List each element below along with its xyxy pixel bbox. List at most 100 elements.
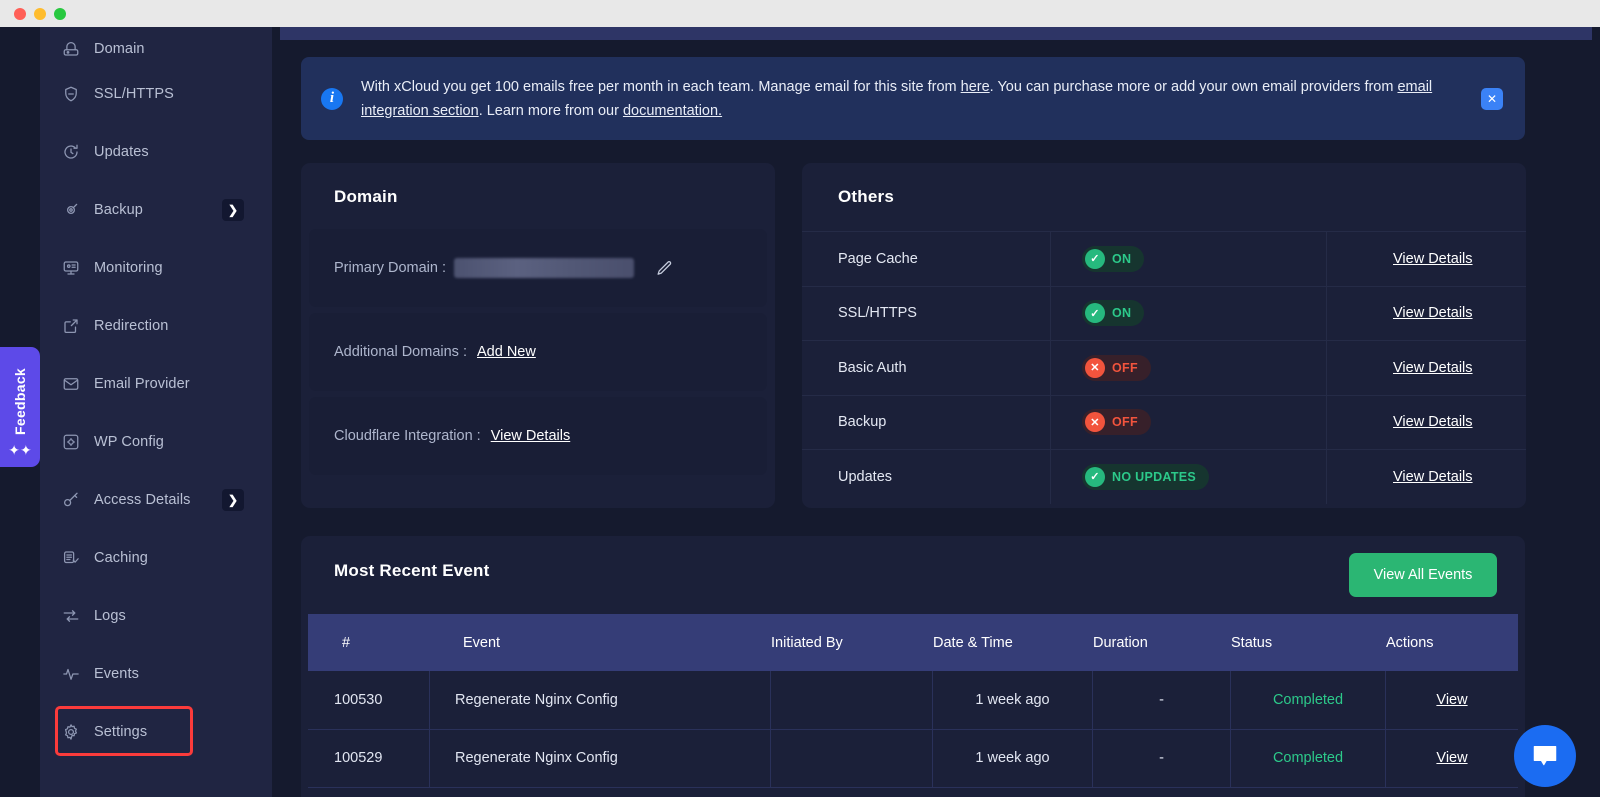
sidebar-item-label: Logs <box>94 608 126 624</box>
sidebar-item-label: Settings <box>94 724 147 740</box>
event-initiated-by-cell <box>771 671 933 730</box>
domain-icon <box>62 40 80 58</box>
sidebar-item-redirection[interactable]: Redirection <box>40 304 272 348</box>
sidebar-item-settings[interactable]: Settings <box>40 710 272 754</box>
pencil-icon[interactable] <box>656 260 673 277</box>
sidebar-item-label: Updates <box>94 144 149 160</box>
sidebar-item-backup[interactable]: Backup ❯ <box>40 188 272 232</box>
banner-link-1[interactable]: here <box>961 79 990 95</box>
sidebar-item-access-details[interactable]: Access Details❯ <box>40 478 272 522</box>
sidebar-item-logs[interactable]: Logs <box>40 594 272 638</box>
banner-text: With xCloud you get 100 emails free per … <box>361 75 1481 123</box>
cross-icon: ✕ <box>1085 412 1105 432</box>
sidebar-item-domain[interactable]: Domain <box>40 27 272 71</box>
sidebar-item-events[interactable]: Events <box>40 652 272 696</box>
check-icon: ✓ <box>1085 467 1105 487</box>
events-column-header: Status <box>1231 635 1386 651</box>
cloudflare-integration-label: Cloudflare Integration : <box>334 428 481 444</box>
event-id-cell: 100530 <box>308 671 430 730</box>
event-view-link[interactable]: View <box>1436 692 1467 708</box>
backup-icon <box>62 201 80 219</box>
status-badge-label: ON <box>1112 306 1131 320</box>
events-column-header: Date & Time <box>933 635 1093 651</box>
sidebar-item-label: Monitoring <box>94 260 163 276</box>
banner-close-button[interactable]: ✕ <box>1481 88 1503 110</box>
sidebar-item-label: Redirection <box>94 318 168 334</box>
caching-icon <box>62 549 80 567</box>
recent-events-card: Most Recent Event View All Events #Event… <box>301 536 1525 797</box>
others-status-cell: ✓ON <box>1050 232 1327 287</box>
event-datetime-cell: 1 week ago <box>933 671 1093 730</box>
event-duration: - <box>1159 692 1164 708</box>
events-column-header: Initiated By <box>771 635 933 651</box>
event-id: 100530 <box>334 692 382 708</box>
event-id-cell: 100529 <box>308 729 430 788</box>
primary-domain-value <box>454 258 634 278</box>
external-link-icon <box>62 317 80 335</box>
chevron-right-icon[interactable]: ❯ <box>222 199 244 221</box>
chat-bubble-icon[interactable] <box>1514 725 1576 787</box>
additional-domains-row: Additional Domains : Add New <box>309 313 767 391</box>
event-duration-cell: - <box>1093 671 1231 730</box>
sidebar-item-ssl-https[interactable]: SSL/HTTPS <box>40 72 272 116</box>
view-all-events-button[interactable]: View All Events <box>1349 553 1497 597</box>
primary-domain-row: Primary Domain : <box>309 229 767 307</box>
feedback-tab[interactable]: ✦✦ Feedback <box>0 347 40 467</box>
others-action-cell: View Details <box>1327 251 1526 267</box>
view-details-link[interactable]: View Details <box>1393 305 1473 321</box>
sidebar-item-email-provider[interactable]: Email Provider <box>40 362 272 406</box>
sidebar-item-caching[interactable]: Caching <box>40 536 272 580</box>
view-details-link[interactable]: View Details <box>1393 360 1473 376</box>
info-icon: i <box>321 88 343 110</box>
event-view-link-cell: View <box>1386 671 1518 730</box>
window-minimize-button[interactable] <box>34 8 46 20</box>
activity-icon <box>62 665 80 683</box>
view-details-link[interactable]: View Details <box>1393 414 1473 430</box>
status-badge-label: NO UPDATES <box>1112 470 1196 484</box>
sidebar-item-wp-config[interactable]: WP Config <box>40 420 272 464</box>
shield-icon <box>62 85 80 103</box>
event-duration: - <box>1159 750 1164 766</box>
event-name-cell: Regenerate Nginx Config <box>430 729 771 788</box>
event-status: Completed <box>1273 692 1343 708</box>
domain-card: Domain Primary Domain : Additional Domai… <box>301 163 775 508</box>
key-icon <box>62 491 80 509</box>
logs-icon <box>62 607 80 625</box>
window-maximize-button[interactable] <box>54 8 66 20</box>
others-feature-name: Updates <box>802 469 1050 485</box>
sidebar-item-updates[interactable]: Updates <box>40 130 272 174</box>
add-new-link[interactable]: Add New <box>477 344 536 360</box>
others-feature-name: Basic Auth <box>802 360 1050 376</box>
feedback-label: Feedback <box>12 368 28 435</box>
event-duration-cell: - <box>1093 729 1231 788</box>
events-table: #EventInitiated ByDate & TimeDurationSta… <box>308 614 1518 788</box>
sidebar-item-label: Domain <box>94 41 145 57</box>
status-badge: ✓ON <box>1082 246 1144 272</box>
banner-link-5[interactable]: documentation. <box>623 103 722 119</box>
events-table-body: 100530 Regenerate Nginx Config 1 week ago -… <box>308 671 1518 788</box>
others-row: Page Cache ✓ON View Details <box>802 231 1526 286</box>
others-row: SSL/HTTPS✓ONView Details <box>802 286 1526 341</box>
cloudflare-view-details-link[interactable]: View Details <box>491 428 571 444</box>
recent-events-title: Most Recent Event <box>334 561 490 581</box>
others-feature-name: Backup <box>802 414 1050 430</box>
others-status-cell: ✕OFF <box>1050 341 1327 396</box>
view-details-link[interactable]: View Details <box>1393 469 1473 485</box>
sidebar-item-label: Backup <box>94 202 143 218</box>
sidebar-item-monitoring[interactable]: Monitoring <box>40 246 272 290</box>
event-view-link[interactable]: View <box>1436 750 1467 766</box>
view-details-link[interactable]: View Details <box>1393 251 1473 267</box>
status-badge: ✓ON <box>1082 300 1144 326</box>
event-status-cell: Completed <box>1231 729 1386 788</box>
others-feature-name: Page Cache <box>802 251 1050 267</box>
banner-link-3[interactable]: email integration section <box>361 79 1432 119</box>
chevron-right-icon[interactable]: ❯ <box>222 489 244 511</box>
others-status-cell: ✓ NO UPDATES <box>1050 450 1327 505</box>
sidebar-item-label: WP Config <box>94 434 164 450</box>
status-badge-label: OFF <box>1112 361 1138 375</box>
window-close-button[interactable] <box>14 8 26 20</box>
others-row: Backup✕OFFView Details <box>802 395 1526 450</box>
envelope-icon <box>62 375 80 393</box>
others-table: Page Cache✓ONView DetailsSSL/HTTPS✓ONVie… <box>802 231 1526 504</box>
others-action-cell: View Details <box>1327 360 1526 376</box>
